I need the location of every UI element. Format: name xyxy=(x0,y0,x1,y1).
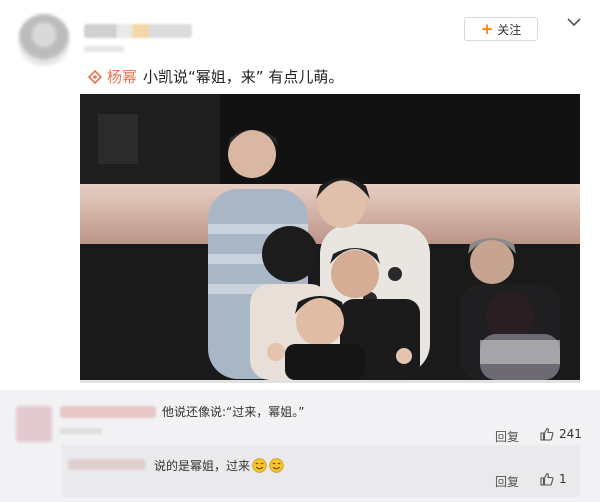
follow-button[interactable]: + 关注 xyxy=(464,17,538,41)
post-meta-blurred xyxy=(84,46,124,52)
reply-author-blurred[interactable] xyxy=(68,459,146,470)
comments-section: 他说还像说:“过来，幂姐。” 回复 241 说的是幂姐，过来 回复 1 xyxy=(0,390,600,502)
chevron-down-icon[interactable] xyxy=(566,14,582,30)
post-text-body: 小凯说“幂姐，来” 有点儿萌。 xyxy=(143,68,344,86)
plus-icon: + xyxy=(480,19,494,38)
author-avatar[interactable] xyxy=(18,14,70,66)
video-progress-bar[interactable] xyxy=(80,380,580,383)
reply-button[interactable]: 回复 xyxy=(495,473,519,490)
like-count: 1 xyxy=(559,472,567,486)
smile-emoji-icon xyxy=(252,458,267,473)
mention-link[interactable]: 杨幂 xyxy=(107,66,137,87)
topic-icon xyxy=(88,69,102,84)
comment-text: 他说还像说:“过来，幂姐。” xyxy=(162,405,305,419)
reply-button[interactable]: 回复 xyxy=(495,428,519,445)
like-button[interactable]: 1 xyxy=(540,472,567,486)
video-thumbnail[interactable] xyxy=(80,94,580,380)
like-button[interactable]: 241 xyxy=(540,427,582,441)
thumbs-up-icon xyxy=(540,427,554,441)
post-text: 杨幂 小凯说“幂姐，来” 有点儿萌。 xyxy=(88,66,343,87)
smile-emoji-icon xyxy=(269,458,284,473)
reply-text-row: 说的是幂姐，过来 xyxy=(154,457,284,474)
post-header: + 关注 xyxy=(0,0,600,70)
commenter-name-blurred[interactable] xyxy=(60,406,156,418)
reply-text: 说的是幂姐，过来 xyxy=(154,459,251,473)
thumbs-up-icon xyxy=(540,472,554,486)
author-name-blurred[interactable] xyxy=(84,24,192,38)
reply-thread: 说的是幂姐，过来 回复 1 xyxy=(62,445,580,497)
comment-time-blurred xyxy=(60,428,102,434)
commenter-avatar[interactable] xyxy=(16,406,52,442)
follow-label: 关注 xyxy=(497,22,522,37)
like-count: 241 xyxy=(559,427,582,441)
